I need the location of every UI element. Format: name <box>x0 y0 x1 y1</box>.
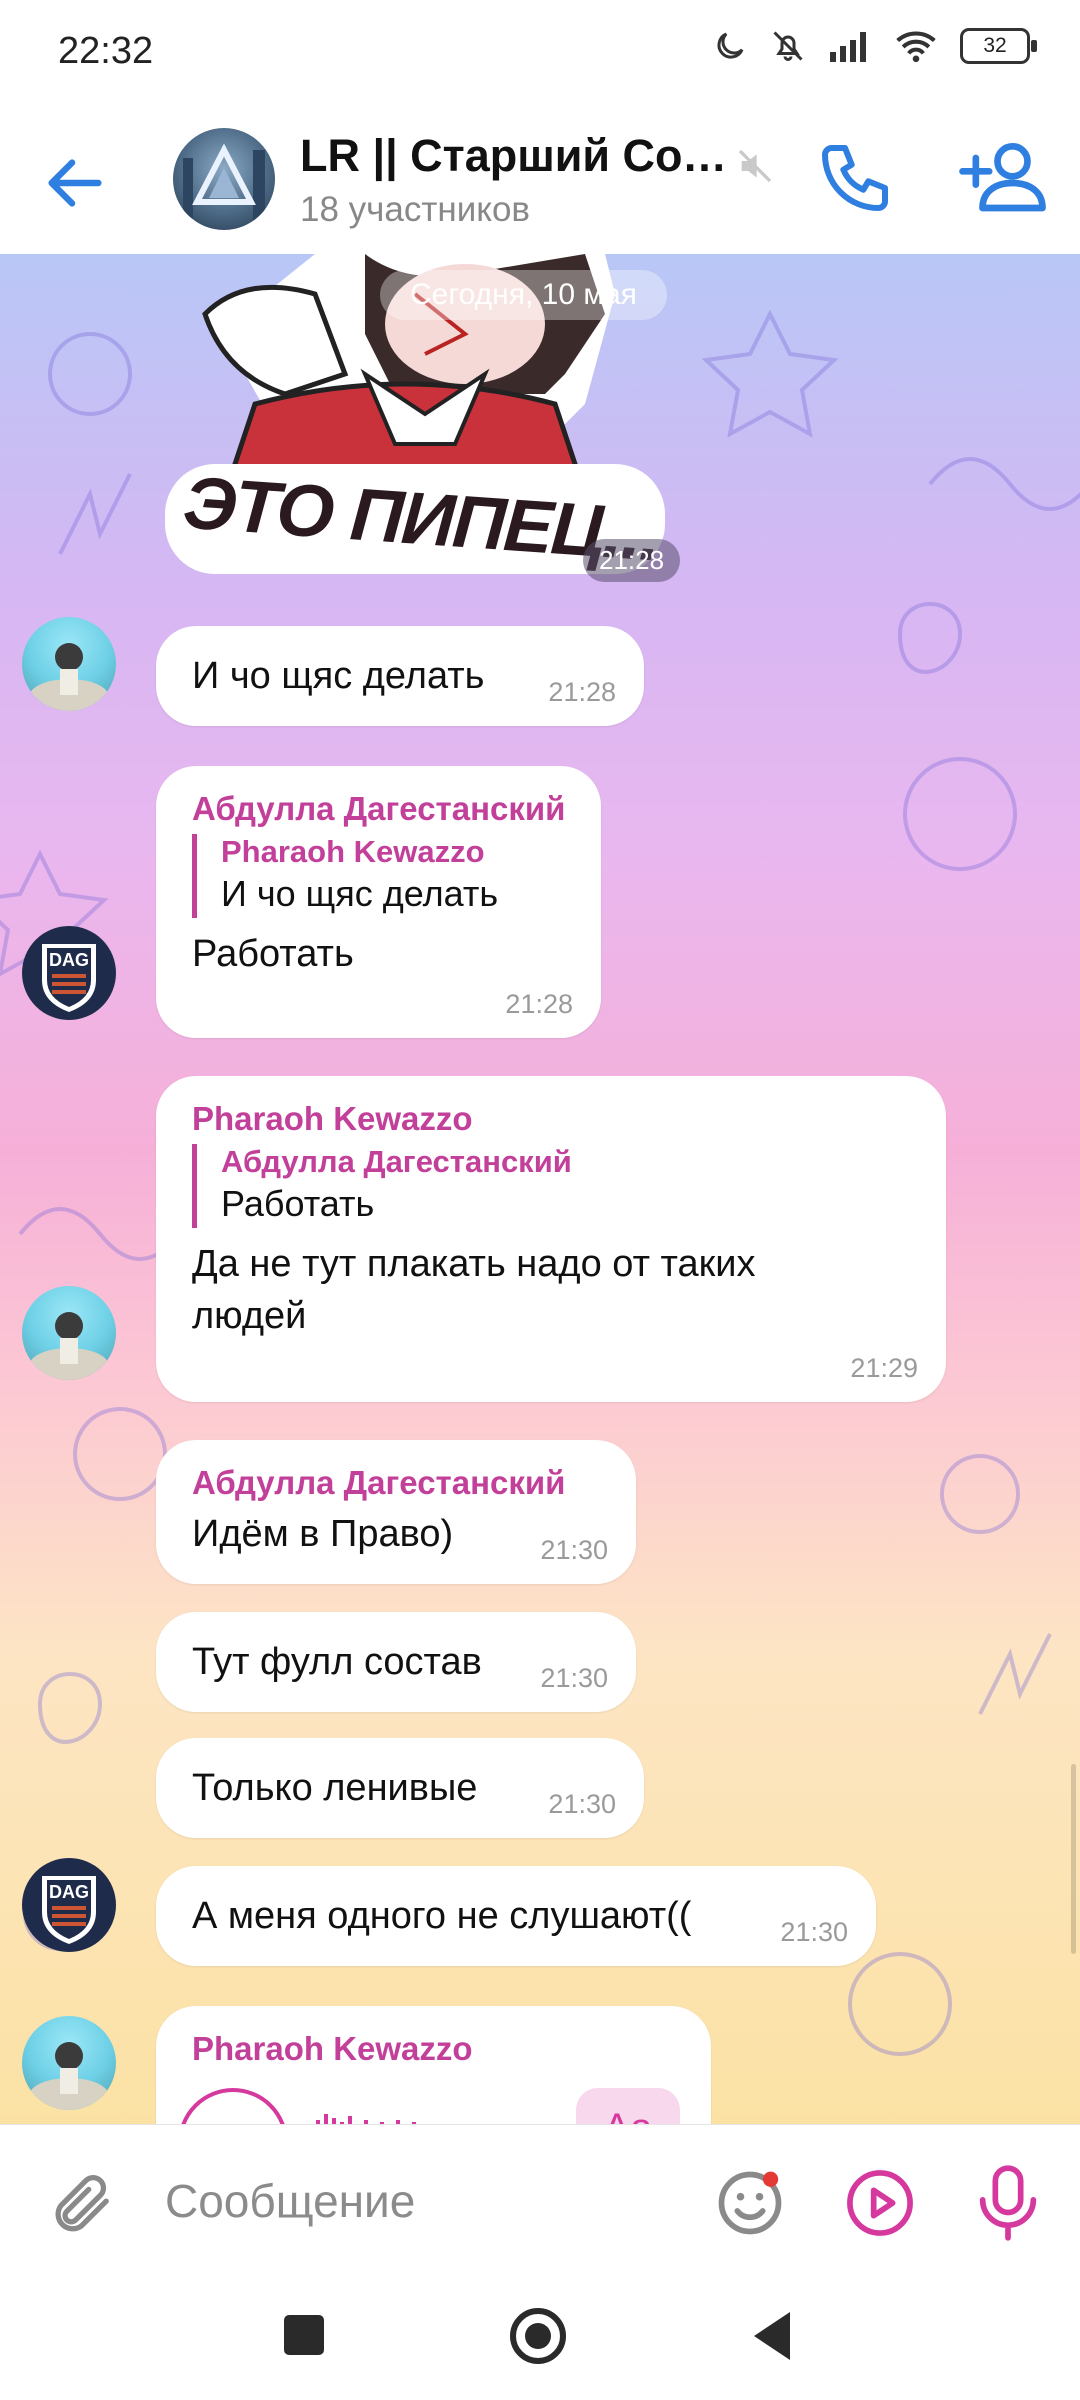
sender-name[interactable]: Pharaoh Kewazzo <box>192 2030 675 2068</box>
message-time: 21:30 <box>548 1789 616 1819</box>
message-composer <box>0 2124 1080 2273</box>
participants-count: 18 участников <box>300 190 531 229</box>
call-button[interactable] <box>815 138 895 218</box>
emoji-button[interactable] <box>712 2165 788 2241</box>
avatar-pharaoh[interactable] <box>22 2016 116 2110</box>
message-text: Работать <box>192 933 354 975</box>
group-avatar[interactable] <box>173 128 275 230</box>
message-text: А меня одного не слушают(( <box>192 1895 692 1937</box>
message-bubble[interactable]: И чо щяс делать 21:28 <box>156 626 644 726</box>
voice-record-button[interactable] <box>970 2161 1046 2245</box>
video-message-button[interactable] <box>842 2165 918 2241</box>
bell-off-icon <box>773 31 803 61</box>
transcribe-button[interactable]: Aa <box>576 2088 680 2124</box>
avatar-pharaoh[interactable] <box>22 617 116 711</box>
chat-header: LR || Старший Сос... 18 участников <box>0 110 1080 255</box>
message-input[interactable] <box>163 2165 667 2237</box>
reply-sender: Pharaoh Kewazzo <box>221 834 485 869</box>
battery-icon: 32 <box>960 28 1037 64</box>
avatar-pharaoh[interactable] <box>22 1286 116 1380</box>
message-text: Только ленивые <box>192 1767 478 1809</box>
moon-icon <box>717 32 744 59</box>
message-bubble[interactable]: А меня одного не слушают(( 21:30 <box>156 1866 876 1966</box>
arrow-left-icon <box>48 159 102 207</box>
voice-waveform[interactable] <box>316 2106 556 2124</box>
svg-text:DAG: DAG <box>49 1882 89 1902</box>
recent-apps-button[interactable] <box>284 2315 324 2355</box>
signal-icon <box>830 32 866 62</box>
add-user-icon <box>959 143 1046 212</box>
avatar-abdulla[interactable]: DAG <box>22 926 116 1020</box>
phone-icon <box>822 145 888 211</box>
message-time: 21:30 <box>540 1535 608 1565</box>
add-member-button[interactable] <box>955 138 1050 218</box>
message-bubble[interactable]: Только ленивые 21:30 <box>156 1738 644 1838</box>
avatar-abdulla[interactable]: DAG <box>22 1858 116 1952</box>
back-button[interactable] <box>40 148 120 218</box>
mute-icon <box>738 149 772 183</box>
microphone-icon <box>979 2165 1037 2241</box>
voice-play-button[interactable] <box>178 2088 288 2124</box>
message-text: Тут фулл состав <box>192 1641 482 1683</box>
message-bubble[interactable]: Pharaoh Kewazzo Абдулла Дагестанский Раб… <box>156 1076 946 1402</box>
status-time: 22:32 <box>58 30 154 72</box>
status-bar: 22:32 32 <box>0 0 1080 110</box>
message-time: 21:28 <box>548 677 616 707</box>
chat-title[interactable]: LR || Старший Сос... <box>300 130 730 182</box>
status-icons: 32 <box>712 28 1037 64</box>
wifi-icon <box>896 31 936 63</box>
message-bubble[interactable]: Абдулла Дагестанский Pharaoh Kewazzo И ч… <box>156 766 601 1038</box>
message-time: 21:30 <box>540 1663 608 1693</box>
message-bubble[interactable]: Тут фулл состав 21:30 <box>156 1612 636 1712</box>
reply-text: И чо щяс делать <box>221 873 499 914</box>
message-time: 21:29 <box>850 1353 918 1383</box>
home-button[interactable] <box>510 2308 566 2364</box>
sender-name[interactable]: Абдулла Дагестанский <box>192 790 565 828</box>
message-text: Идём в Право) <box>192 1513 454 1555</box>
message-text: И чо щяс делать <box>192 655 485 697</box>
message-bubble[interactable]: Абдулла Дагестанский Идём в Право) 21:30 <box>156 1440 636 1584</box>
attach-button[interactable] <box>45 2169 115 2239</box>
svg-text:DAG: DAG <box>49 950 89 970</box>
sender-name[interactable]: Pharaoh Kewazzo <box>192 1100 910 1138</box>
play-circle-icon <box>847 2170 913 2236</box>
message-text: Да не тут плакать надо от таких людей <box>192 1243 756 1337</box>
message-time: 21:28 <box>505 989 573 1019</box>
scrollbar[interactable] <box>1071 1764 1076 1954</box>
reply-sender: Абдулла Дагестанский <box>221 1144 572 1179</box>
message-time: 21:30 <box>780 1917 848 1947</box>
system-nav-bar <box>0 2272 1080 2400</box>
voice-message-bubble[interactable]: Pharaoh Kewazzo Aa <box>156 2006 711 2124</box>
reply-quote[interactable]: Pharaoh Kewazzo И чо щяс делать <box>192 834 565 918</box>
sticker-time: 21:28 <box>583 539 681 582</box>
reply-quote[interactable]: Абдулла Дагестанский Работать <box>192 1144 910 1228</box>
paperclip-icon <box>55 2175 109 2232</box>
date-pill: Сегодня, 10 мая <box>380 270 667 320</box>
sender-name[interactable]: Абдулла Дагестанский <box>192 1464 600 1502</box>
system-back-button[interactable] <box>754 2312 790 2360</box>
smiley-icon <box>718 2171 782 2235</box>
chat-area[interactable]: ЭТО ПИПЕЦ... Сегодня, 10 мая 21:28 И чо … <box>0 254 1080 2124</box>
reply-text: Работать <box>221 1183 375 1224</box>
